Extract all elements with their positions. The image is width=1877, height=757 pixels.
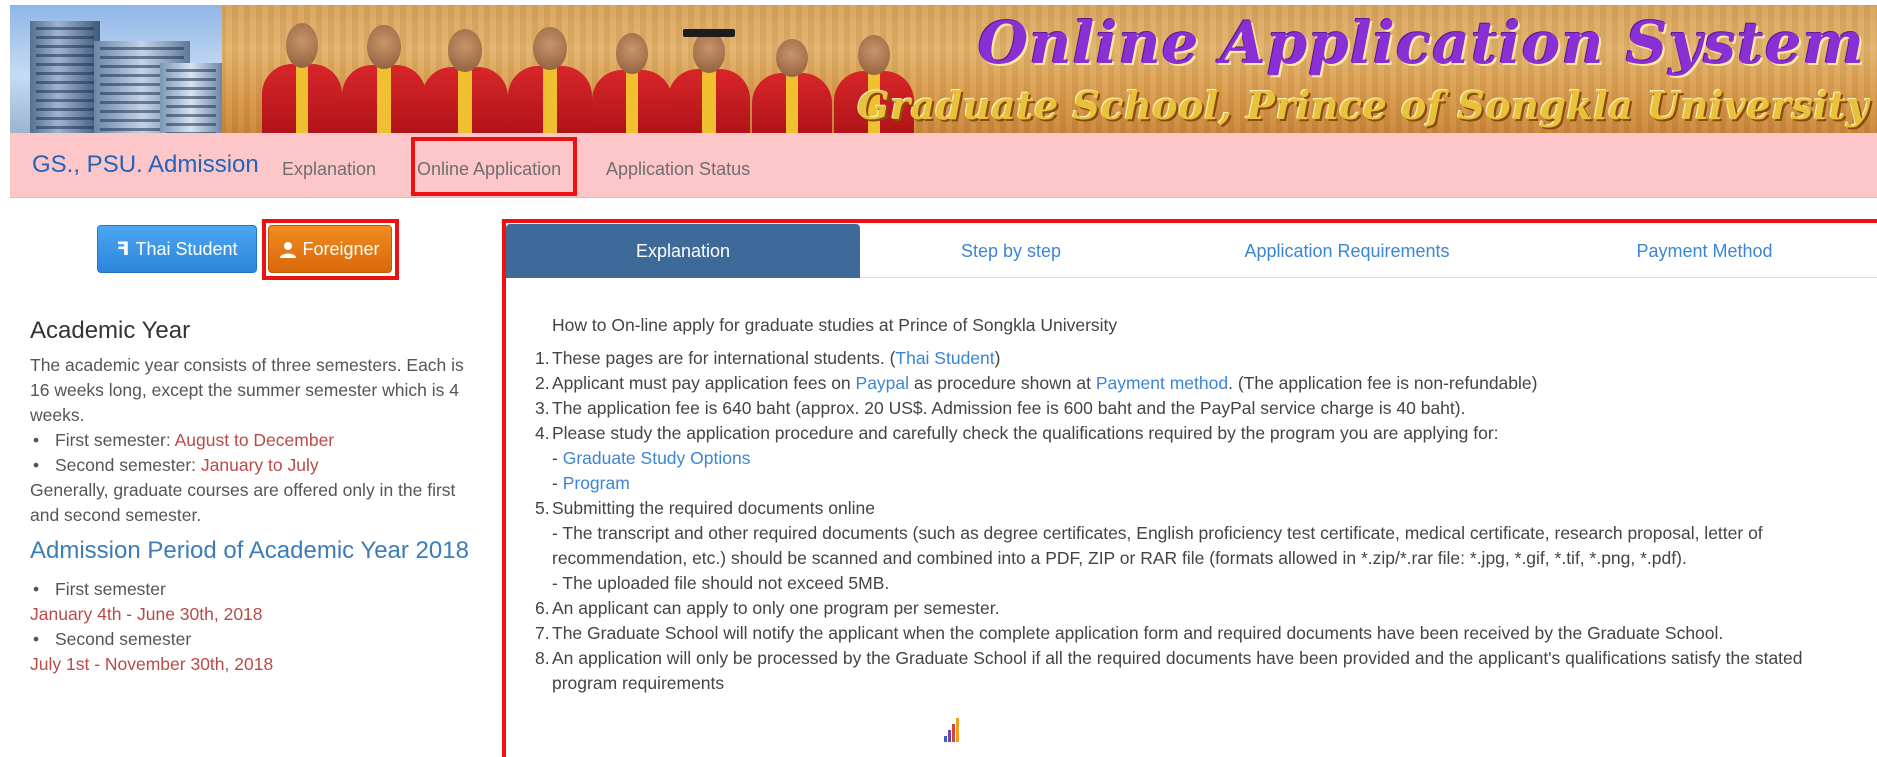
- top-navbar: GS., PSU. Admission Explanation Online A…: [10, 133, 1877, 198]
- tab-step-by-step[interactable]: Step by step: [860, 224, 1162, 278]
- list-item: 7. The Graduate School will notify the a…: [535, 623, 1724, 643]
- loading-bars-icon: [944, 718, 962, 742]
- list-item: Second semester: January to July: [30, 453, 470, 478]
- left-sidebar: Academic Year The academic year consists…: [30, 318, 470, 677]
- university-building-image: [10, 5, 222, 133]
- nav-application-status[interactable]: Application Status: [606, 159, 750, 180]
- graduate-study-options-link[interactable]: Graduate Study Options: [563, 448, 751, 468]
- payment-method-link[interactable]: Payment method: [1096, 373, 1228, 393]
- list-item: 4. Please study the application procedur…: [535, 423, 1499, 493]
- list-item: 5. Submitting the required documents onl…: [535, 498, 1763, 593]
- tab-application-requirements[interactable]: Application Requirements: [1162, 224, 1532, 278]
- admission-period-list: First semester: [30, 577, 470, 602]
- thai-student-link[interactable]: Thai Student: [895, 348, 994, 368]
- list-item: 2. Applicant must pay application fees o…: [535, 373, 1538, 393]
- header-banner: Online Application System Graduate Schoo…: [10, 5, 1877, 133]
- second-semester-dates: July 1st - November 30th, 2018: [30, 654, 274, 674]
- list-item: 6. An applicant can apply to only one pr…: [535, 598, 1000, 618]
- explanation-content: How to On-line apply for graduate studie…: [532, 313, 1862, 696]
- list-item: First semester: [30, 577, 470, 602]
- banner-subtitle: Graduate School, Prince of Songkla Unive…: [857, 83, 1869, 128]
- academic-year-heading: Academic Year: [30, 317, 191, 344]
- list-item: 3. The application fee is 640 baht (appr…: [535, 398, 1466, 418]
- list-item: 1. These pages are for international stu…: [535, 348, 1001, 368]
- nav-explanation[interactable]: Explanation: [282, 159, 376, 180]
- academic-year-intro: The academic year consists of three seme…: [30, 355, 464, 425]
- academic-year-note: Generally, graduate courses are offered …: [30, 480, 456, 525]
- first-semester-dates: January 4th - June 30th, 2018: [30, 604, 263, 624]
- highlight-online-application: [411, 137, 577, 196]
- paypal-link[interactable]: Paypal: [856, 373, 910, 393]
- tab-explanation[interactable]: Explanation: [506, 224, 860, 278]
- thai-student-label: Thai Student: [135, 238, 238, 259]
- content-tabs: Explanation Step by step Application Req…: [506, 224, 1877, 278]
- list-item: First semester: August to December: [30, 428, 470, 453]
- program-link[interactable]: Program: [563, 473, 630, 493]
- list-item: 8. An application will only be processed…: [535, 648, 1803, 693]
- admission-period-heading: Admission Period of Academic Year 2018: [30, 537, 469, 564]
- highlight-foreigner: [262, 219, 399, 280]
- graduates-photo: [222, 5, 922, 133]
- thai-student-button[interactable]: ꟻ Thai Student: [97, 225, 257, 273]
- banner-title: Online Application System: [977, 9, 1865, 77]
- content-intro: How to On-line apply for graduate studie…: [552, 315, 1118, 335]
- instructions-list: 1. These pages are for international stu…: [532, 346, 1862, 696]
- thai-letter-icon: ꟻ: [116, 238, 130, 260]
- list-item: Second semester: [30, 627, 470, 652]
- tab-payment-method[interactable]: Payment Method: [1532, 224, 1877, 278]
- semester-list: First semester: August to December Secon…: [30, 428, 470, 478]
- navbar-brand[interactable]: GS., PSU. Admission: [32, 151, 259, 179]
